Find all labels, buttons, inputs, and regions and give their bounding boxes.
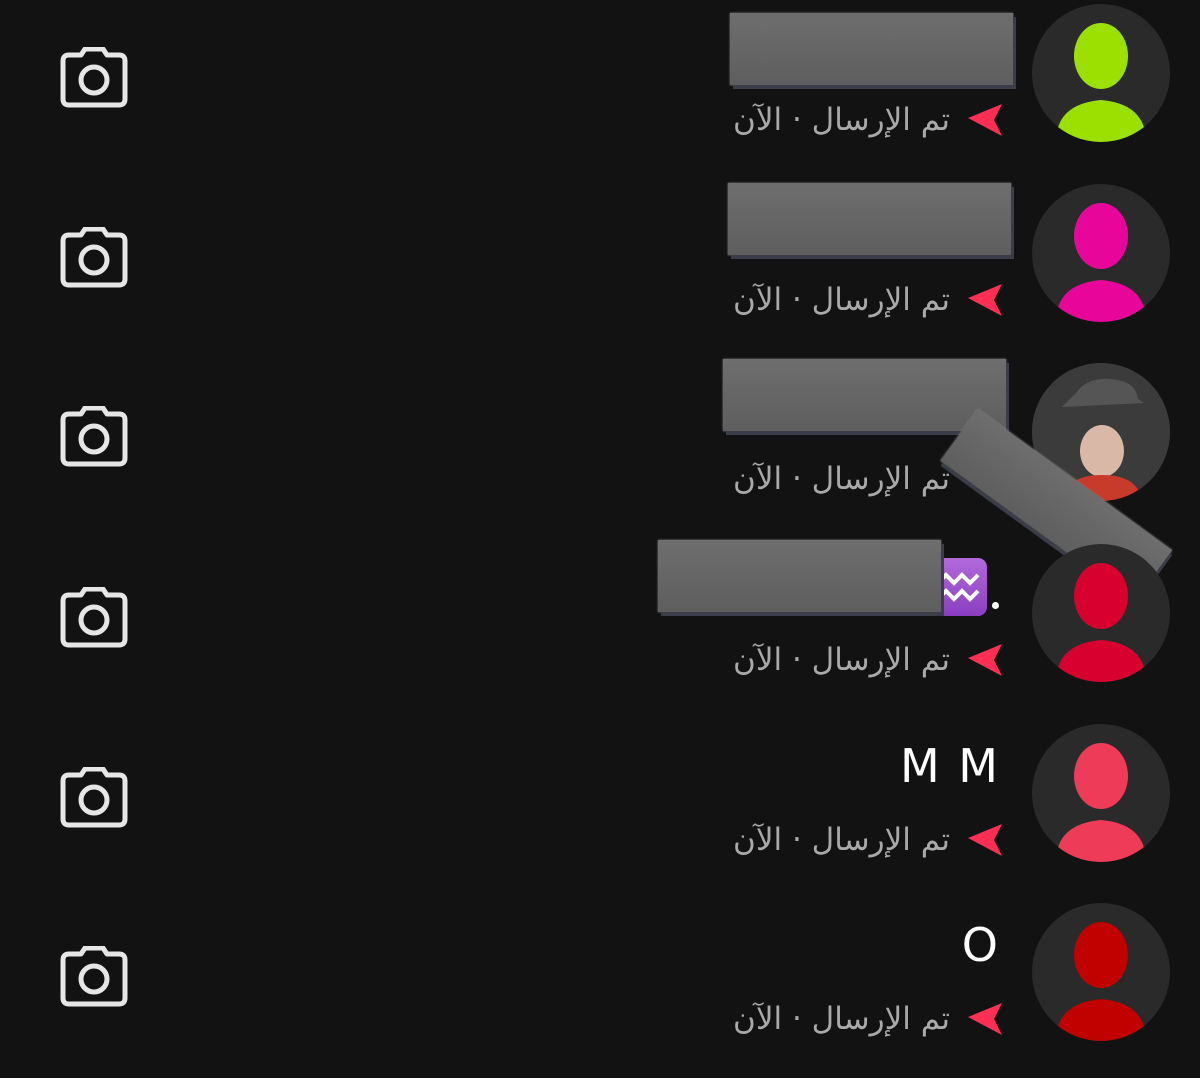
conversation-row[interactable]: M M تم الإرسال · الآن: [0, 720, 1200, 899]
sent-arrow-icon: [968, 104, 1002, 136]
conversation-row[interactable]: تم الإرسال · الآن: [0, 180, 1200, 359]
conversation-row[interactable]: تم الإرسال · الآن: [0, 0, 1200, 179]
redacted-name: [658, 540, 941, 612]
sent-arrow-icon: [968, 1003, 1002, 1035]
camera-icon: [60, 946, 128, 1007]
redacted-name: [730, 13, 1013, 85]
conversation-row[interactable]: O تم الإرسال · الآن: [0, 899, 1200, 1078]
sent-arrow-icon: [968, 824, 1002, 856]
message-status: تم الإرسال · الآن: [733, 997, 1004, 1041]
message-status: تم الإرسال · الآن: [733, 638, 1004, 682]
person-silhouette-icon: [1056, 203, 1146, 322]
camera-button[interactable]: [52, 756, 136, 840]
sent-arrow-icon: [968, 644, 1002, 676]
person-silhouette-icon: [1056, 23, 1146, 142]
camera-button[interactable]: [52, 935, 136, 1019]
camera-button[interactable]: [52, 395, 136, 479]
person-silhouette-icon: [1056, 922, 1146, 1041]
redacted-name: [723, 359, 1006, 431]
contact-name[interactable]: M M: [900, 742, 1000, 790]
status-text: تم الإرسال · الآن: [733, 102, 950, 138]
camera-button[interactable]: [52, 576, 136, 660]
conversation-row[interactable]: تم الإرسال · الآن: [0, 359, 1200, 602]
camera-button[interactable]: [52, 216, 136, 300]
avatar[interactable]: [1032, 724, 1170, 862]
message-status: تم الإرسال · الآن: [733, 818, 1004, 862]
camera-icon: [60, 47, 128, 108]
avatar[interactable]: [1032, 4, 1170, 142]
avatar[interactable]: [1032, 903, 1170, 1041]
person-silhouette-icon: [1056, 743, 1146, 862]
name-dot: [992, 602, 999, 609]
camera-icon: [60, 767, 128, 828]
camera-icon: [60, 406, 128, 467]
status-text: تم الإرسال · الآن: [733, 1001, 950, 1037]
camera-icon: [60, 587, 128, 648]
message-status: تم الإرسال · الآن: [733, 98, 1004, 142]
status-text: تم الإرسال · الآن: [733, 822, 950, 858]
status-text: تم الإرسال · الآن: [733, 642, 950, 678]
contact-name[interactable]: O: [962, 921, 1000, 969]
message-status: تم الإرسال · الآن: [733, 278, 1004, 322]
redacted-name: [728, 183, 1011, 255]
sent-arrow-icon: [968, 284, 1002, 316]
status-text: تم الإرسال · الآن: [733, 282, 950, 318]
camera-button[interactable]: [52, 36, 136, 120]
avatar[interactable]: [1032, 544, 1170, 682]
avatar[interactable]: [1032, 184, 1170, 322]
conversation-row[interactable]: تم الإرسال · الآن: [0, 540, 1200, 719]
status-text: تم الإرسال · الآن: [733, 461, 950, 497]
camera-icon: [60, 227, 128, 288]
person-silhouette-icon: [1056, 563, 1146, 682]
